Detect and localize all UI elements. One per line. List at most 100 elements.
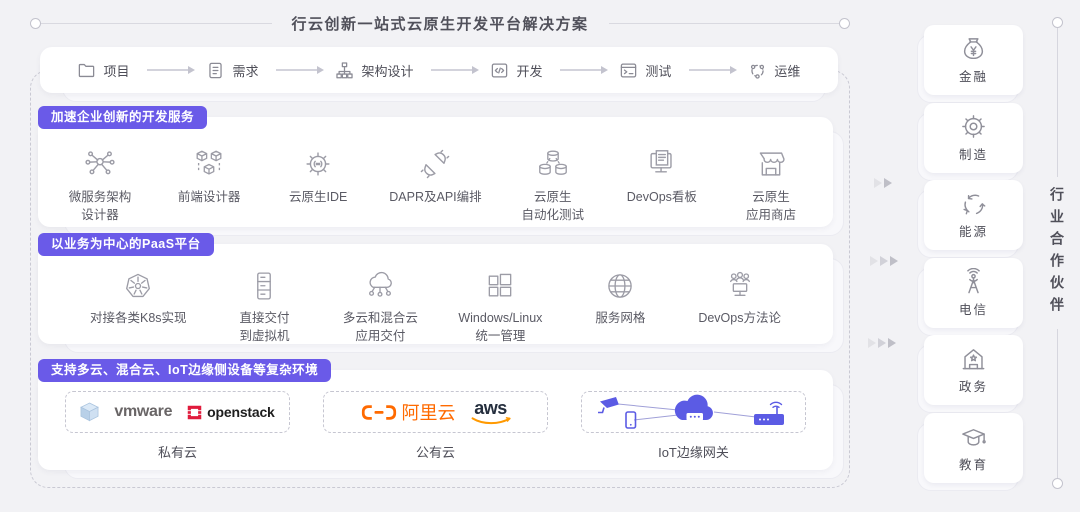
terminal-icon xyxy=(619,61,638,80)
multi-cloud-icon xyxy=(364,270,396,302)
alibaba-logo-text: 阿里云 xyxy=(402,399,456,425)
service-item: 微服务架构 设计器 xyxy=(62,147,138,224)
aws-logo: aws xyxy=(471,399,511,426)
industry-label: 教育 xyxy=(959,454,988,473)
vertical-line xyxy=(1057,28,1058,177)
line-end-dot xyxy=(30,18,41,29)
service-item-label: DevOps方法论 xyxy=(698,309,781,327)
service-item: 多云和混合云 应用交付 xyxy=(342,270,418,345)
workflow-step-ops: 运维 xyxy=(748,61,800,80)
recycle-icon xyxy=(960,190,987,217)
app-store-icon xyxy=(754,147,788,181)
graduation-cap-icon xyxy=(960,423,987,450)
frontend-designer-icon xyxy=(192,147,226,181)
vmware-logo: vmware xyxy=(114,403,172,421)
windows-linux-icon xyxy=(484,270,516,302)
line-end-dot xyxy=(839,18,850,29)
industry-label: 政务 xyxy=(959,376,988,395)
service-item: DAPR及API编排 xyxy=(389,147,481,206)
vertical-line xyxy=(1057,329,1058,478)
kubernetes-icon xyxy=(122,270,154,302)
service-item-label: 云原生IDE xyxy=(289,188,347,206)
ops-icon xyxy=(748,61,767,80)
industry-label: 金融 xyxy=(959,66,988,85)
sitemap-icon xyxy=(335,61,354,80)
service-item: Windows/Linux 统一管理 xyxy=(458,270,542,345)
workflow-step-label: 运维 xyxy=(774,61,800,80)
arrow-right-icon xyxy=(147,69,189,71)
env-group-public-cloud: 阿里云 aws 公有云 xyxy=(323,391,548,470)
alibaba-cloud-logo: 阿里云 xyxy=(361,399,456,425)
service-item-label: 服务网格 xyxy=(595,309,645,327)
cloud-native-ide-icon xyxy=(301,147,335,181)
microservice-architecture-icon xyxy=(83,147,117,181)
service-item-label: 云原生 自动化测试 xyxy=(522,188,585,224)
workflow-step-label: 开发 xyxy=(516,61,542,80)
workflow-step-develop: 开发 xyxy=(490,61,542,80)
devops-board-icon xyxy=(645,147,679,181)
government-building-icon xyxy=(960,345,987,372)
workflow-step-label: 需求 xyxy=(232,61,258,80)
antenna-icon xyxy=(960,268,987,295)
workflow-step-label: 测试 xyxy=(645,61,671,80)
partner-axis: 行业合作伙伴 xyxy=(1048,17,1066,489)
public-cloud-box: 阿里云 aws xyxy=(323,391,548,433)
section-badge-environments: 支持多云、混合云、IoT边缘侧设备等复杂环境 xyxy=(38,359,331,382)
title-line-right xyxy=(609,23,840,24)
dapr-api-icon xyxy=(418,147,452,181)
service-item: DevOps方法论 xyxy=(698,270,781,327)
service-item: 云原生 自动化测试 xyxy=(515,147,591,224)
private-cloud-box: vmware openstack xyxy=(65,391,290,433)
workflow-bar: 项目 需求 架构设计 开发 测试 xyxy=(40,47,838,93)
env-group-label: 公有云 xyxy=(416,442,455,461)
industry-card-finance: 金融 xyxy=(924,25,1023,95)
forward-chevrons-icon xyxy=(868,338,898,348)
aws-smile-icon xyxy=(471,417,511,426)
env-group-iot-gateway: IoT边缘网关 xyxy=(581,391,806,470)
aws-logo-text: aws xyxy=(474,399,507,417)
industry-label: 电信 xyxy=(959,299,988,318)
forward-chevrons-icon xyxy=(870,256,900,266)
code-icon xyxy=(490,61,509,80)
vmware-cube-icon xyxy=(80,402,99,423)
industry-label: 能源 xyxy=(959,221,988,240)
env-group-label: IoT边缘网关 xyxy=(658,442,729,461)
partner-vertical-label: 行业合作伙伴 xyxy=(1047,187,1067,319)
service-item: DevOps看板 xyxy=(624,147,700,206)
service-mesh-icon xyxy=(604,270,636,302)
industry-label: 制造 xyxy=(959,144,988,163)
env-group-private-cloud: vmware openstack 私有云 xyxy=(65,391,290,470)
service-item: 对接各类K8s实现 xyxy=(90,270,187,327)
gear-icon xyxy=(960,113,987,140)
autotest-icon xyxy=(536,147,570,181)
folder-icon xyxy=(77,61,96,80)
service-item-label: DevOps看板 xyxy=(627,188,697,206)
service-item-label: 前端设计器 xyxy=(178,188,241,206)
service-item: 直接交付 到虚拟机 xyxy=(226,270,302,345)
industry-card-energy: 能源 xyxy=(924,180,1023,250)
service-item-label: 直接交付 到虚拟机 xyxy=(239,309,289,345)
workflow-step-label: 架构设计 xyxy=(361,61,413,80)
service-item-label: 微服务架构 设计器 xyxy=(69,188,132,224)
service-item-label: Windows/Linux 统一管理 xyxy=(458,309,542,345)
arrow-right-icon xyxy=(560,69,602,71)
workflow-step-architecture: 架构设计 xyxy=(335,61,413,80)
forward-chevrons-icon xyxy=(874,178,894,188)
arrow-right-icon xyxy=(689,69,731,71)
openstack-mark-icon xyxy=(187,405,202,420)
service-item-label: 云原生 应用商店 xyxy=(746,188,796,224)
service-item-label: 对接各类K8s实现 xyxy=(90,309,187,327)
arrow-right-icon xyxy=(431,69,473,71)
document-icon xyxy=(206,61,225,80)
openstack-logo: openstack xyxy=(187,404,274,420)
page-title: 行云创新一站式云原生开发平台解决方案 xyxy=(272,13,609,34)
workflow-step-label: 项目 xyxy=(103,61,129,80)
env-group-label: 私有云 xyxy=(158,442,197,461)
industry-card-telecom: 电信 xyxy=(924,258,1023,328)
section-card-paas: 对接各类K8s实现 直接交付 到虚拟机 多云和混合云 应用交付 Windows/… xyxy=(38,244,833,344)
service-item-label: DAPR及API编排 xyxy=(389,188,481,206)
devops-methodology-icon xyxy=(724,270,756,302)
workflow-step-requirements: 需求 xyxy=(206,61,258,80)
workflow-step-project: 项目 xyxy=(77,61,129,80)
money-bag-icon xyxy=(960,35,987,62)
